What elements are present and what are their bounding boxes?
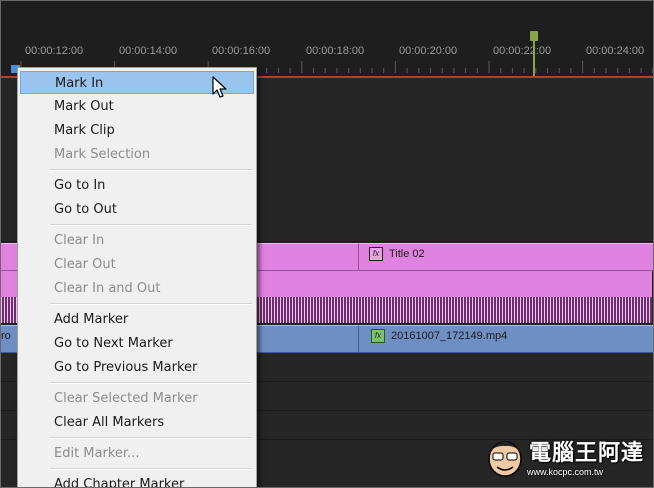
menu-separator <box>50 303 252 305</box>
playhead-line <box>533 41 535 77</box>
menu-item-label: Mark Out <box>54 99 114 114</box>
timecode-label: 00:00:22:00 <box>493 45 552 57</box>
menu-item-go-to-out[interactable]: Go to Out <box>20 198 254 221</box>
video-clip-label: 20161007_172149.mp4 <box>391 330 508 342</box>
menu-item-label: Edit Marker... <box>54 446 140 461</box>
menu-separator <box>50 224 252 226</box>
menu-item-label: Go to Next Marker <box>54 336 173 351</box>
menu-separator <box>50 382 252 384</box>
menu-item-go-to-in[interactable]: Go to In <box>20 174 254 197</box>
menu-item-label: Clear In <box>54 233 105 248</box>
watermark-logo: 電腦王阿達 www.kocpc.com.tw <box>477 433 653 485</box>
timecode-label: 00:00:20:00 <box>399 45 458 57</box>
menu-item-clear-selected-marker: Clear Selected Marker <box>20 387 254 410</box>
menu-item-clear-out: Clear Out <box>20 253 254 276</box>
menu-item-go-to-previous-marker[interactable]: Go to Previous Marker <box>20 356 254 379</box>
fx-badge[interactable]: fx <box>371 329 385 343</box>
menu-item-clear-all-markers[interactable]: Clear All Markers <box>20 411 254 434</box>
menu-item-label: Mark In <box>55 76 104 91</box>
menu-item-add-marker[interactable]: Add Marker <box>20 308 254 331</box>
menu-item-label: Clear Out <box>54 257 116 272</box>
playhead-handle[interactable] <box>530 31 538 41</box>
video-clip[interactable]: fx 20161007_172149.mp4 <box>358 325 653 353</box>
menu-item-label: Clear Selected Marker <box>54 391 198 406</box>
title-clip-label: Title 02 <box>389 248 425 260</box>
timeline-panel: 00:00:12:00 00:00:14:00 00:00:16:00 00:0… <box>0 0 654 488</box>
video-clip-prev-label: ro <box>1 330 11 342</box>
timecode-label: 00:00:18:00 <box>306 45 365 57</box>
menu-item-mark-clip[interactable]: Mark Clip <box>20 119 254 142</box>
menu-item-label: Clear All Markers <box>54 415 165 430</box>
menu-item-label: Clear In and Out <box>54 281 161 296</box>
timecode-label: 00:00:12:00 <box>25 45 84 57</box>
menu-item-label: Mark Selection <box>54 147 151 162</box>
timecode-label: 00:00:16:00 <box>212 45 271 57</box>
menu-item-label: Add Chapter Marker <box>54 477 185 488</box>
watermark-url: www.kocpc.com.tw <box>527 467 604 477</box>
title-clip[interactable]: fx Title 02 <box>358 243 653 271</box>
time-ruler[interactable]: 00:00:12:00 00:00:14:00 00:00:16:00 00:0… <box>1 1 653 78</box>
timecode-label: 00:00:24:00 <box>586 45 645 57</box>
menu-item-label: Go to Out <box>54 202 117 217</box>
mouse-pointer-icon <box>212 76 227 98</box>
watermark-text: 電腦王阿達 <box>529 440 645 465</box>
menu-separator <box>50 169 252 171</box>
menu-item-edit-marker: Edit Marker... <box>20 442 254 465</box>
menu-item-label: Add Marker <box>54 312 129 327</box>
menu-item-mark-selection: Mark Selection <box>20 143 254 166</box>
menu-item-go-to-next-marker[interactable]: Go to Next Marker <box>20 332 254 355</box>
menu-item-add-chapter-marker[interactable]: Add Chapter Marker <box>20 473 254 488</box>
timecode-label: 00:00:14:00 <box>119 45 178 57</box>
menu-item-clear-in: Clear In <box>20 229 254 252</box>
menu-separator <box>50 468 252 470</box>
fx-badge[interactable]: fx <box>369 247 383 261</box>
video-clip-prev[interactable]: ro <box>1 325 15 353</box>
context-menu: Mark In Mark Out Mark Clip Mark Selectio… <box>17 67 257 488</box>
menu-item-label: Go to In <box>54 178 106 193</box>
menu-item-clear-in-and-out: Clear In and Out <box>20 277 254 300</box>
mascot-face-icon <box>488 441 522 477</box>
menu-item-label: Go to Previous Marker <box>54 360 198 375</box>
menu-item-label: Mark Clip <box>54 123 115 138</box>
menu-separator <box>50 437 252 439</box>
